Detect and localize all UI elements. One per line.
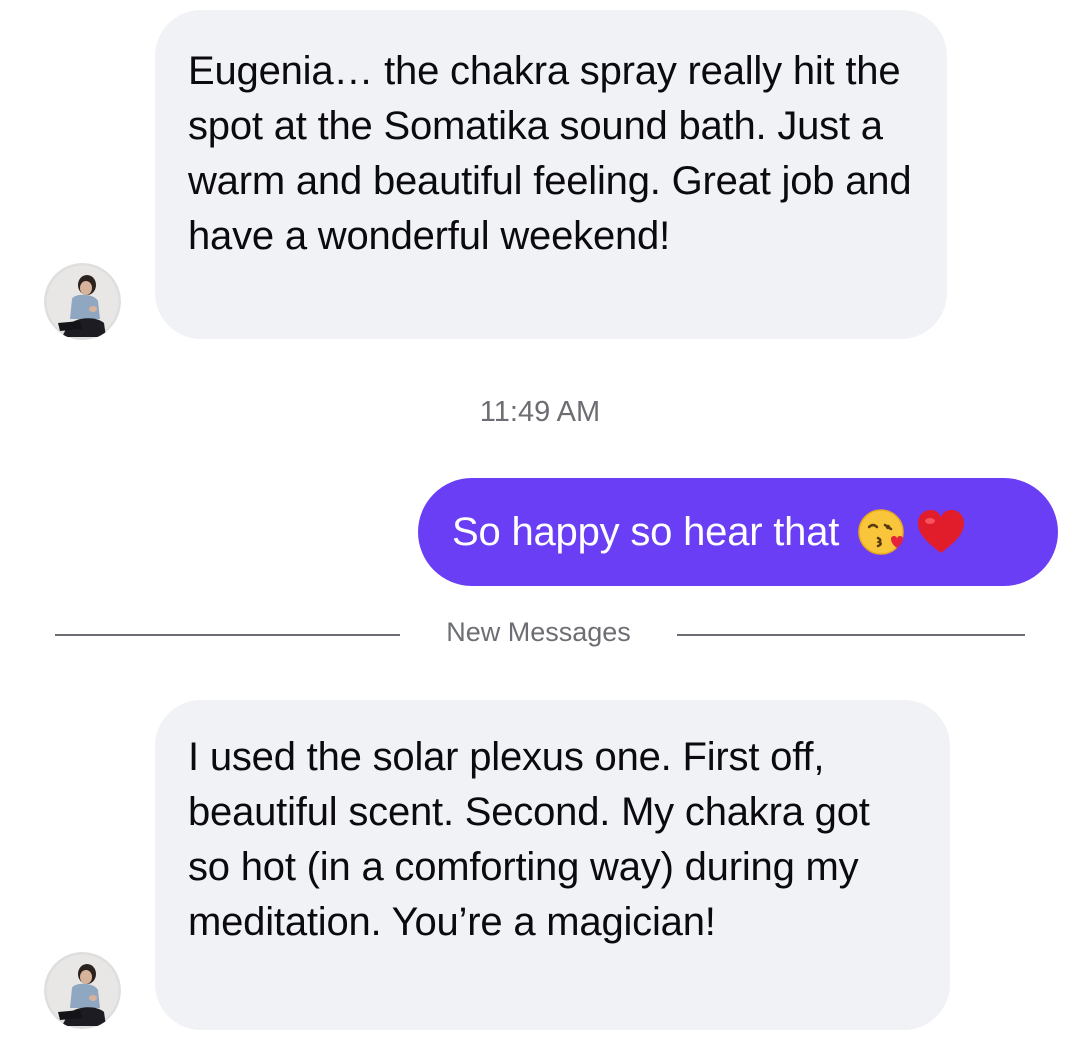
new-messages-divider: New Messages bbox=[55, 614, 1025, 654]
divider-label: New Messages bbox=[446, 617, 631, 647]
divider-line bbox=[677, 634, 1025, 636]
sender-avatar[interactable] bbox=[44, 952, 121, 1029]
avatar-photo-icon bbox=[44, 952, 121, 1029]
divider-line bbox=[55, 634, 400, 636]
message-text: Eugenia… the chakra spray really hit the… bbox=[188, 49, 912, 258]
message-timestamp: 11:49 AM bbox=[479, 396, 601, 428]
avatar-photo-icon bbox=[44, 263, 121, 340]
incoming-message-bubble[interactable]: I used the solar plexus one. First off, … bbox=[155, 700, 950, 1030]
message-text: I used the solar plexus one. First off, … bbox=[188, 735, 870, 944]
message-text: So happy so hear that bbox=[452, 509, 840, 554]
outgoing-message-bubble[interactable]: So happy so hear that bbox=[418, 478, 1058, 586]
emoji-group bbox=[857, 507, 967, 557]
red-heart-icon bbox=[918, 510, 965, 553]
sender-avatar[interactable] bbox=[44, 263, 121, 340]
kissing-face-with-heart-icon bbox=[858, 509, 904, 555]
incoming-message-bubble[interactable]: Eugenia… the chakra spray really hit the… bbox=[155, 10, 947, 339]
